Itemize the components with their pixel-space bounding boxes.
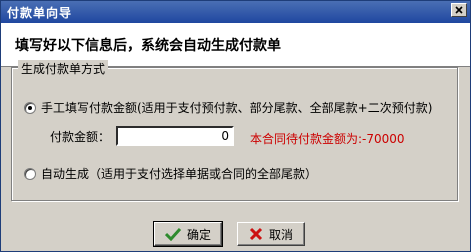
amount-label: 付款金额：: [50, 129, 111, 144]
auto-generate-label: 自动生成（适用于支付选择单据或合同的全部尾款）: [41, 167, 318, 181]
amount-input[interactable]: [116, 126, 235, 146]
manual-amount-radio[interactable]: [24, 101, 36, 114]
ok-button[interactable]: 确定: [153, 221, 223, 247]
window-title: 付款单向导: [7, 6, 73, 20]
amount-row: 付款金额：: [50, 126, 235, 146]
header-text: 填写好以下信息后，系统会自动生成付款单: [15, 38, 281, 54]
close-icon: [455, 6, 463, 14]
auto-generate-option[interactable]: 自动生成（适用于支付选择单据或合同的全部尾款）: [24, 165, 317, 182]
manual-amount-label: 手工填写付款金额(适用于支付预付款、部分尾款、全部尾款+二次预付款): [41, 101, 433, 115]
auto-generate-radio[interactable]: [24, 167, 36, 180]
group-legend: 生成付款单方式: [18, 60, 109, 77]
close-button[interactable]: [451, 3, 467, 17]
checkmark-icon: [164, 227, 181, 241]
dialog-window: 付款单向导 填写好以下信息后，系统会自动生成付款单 生成付款单方式 手工填写付款…: [0, 0, 471, 252]
cancel-button[interactable]: 取消: [237, 222, 305, 246]
ok-label: 确定: [186, 227, 211, 242]
cancel-label: 取消: [268, 227, 293, 242]
pending-amount-hint: 本合同待付款金额为:-70000: [250, 132, 405, 146]
title-bar[interactable]: 付款单向导: [1, 1, 470, 23]
manual-amount-option[interactable]: 手工填写付款金额(适用于支付预付款、部分尾款、全部尾款+二次预付款): [24, 99, 432, 116]
payment-method-group: 生成付款单方式 手工填写付款金额(适用于支付预付款、部分尾款、全部尾款+二次预付…: [11, 60, 458, 201]
x-icon: [249, 227, 263, 241]
